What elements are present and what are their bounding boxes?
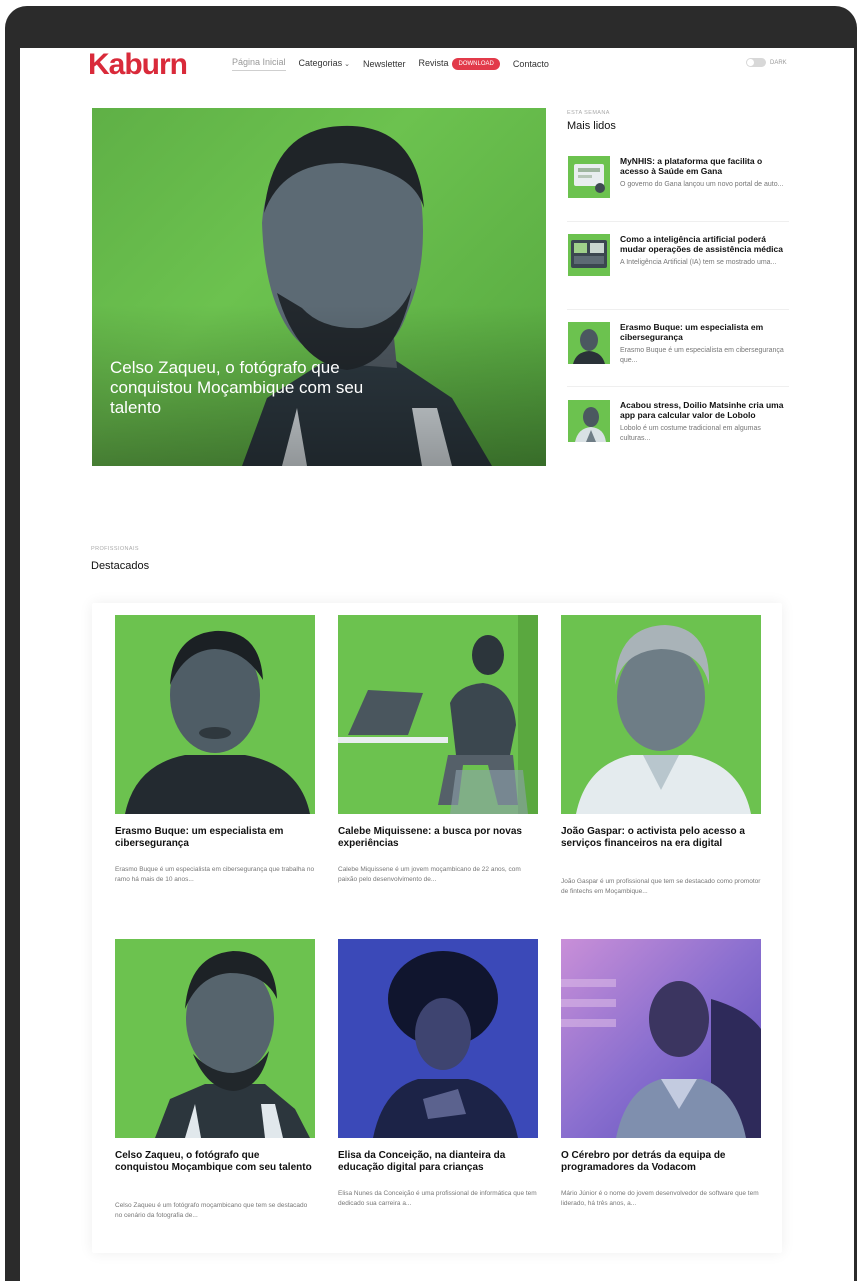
most-read-headline[interactable]: MyNHIS: a plataforma que facilita o aces… [620, 156, 788, 176]
most-read-excerpt: A Inteligência Artificial (IA) tem se mo… [620, 259, 777, 266]
browser-viewport: Kaburn Página Inicial Categorias ⌄ Newsle… [20, 48, 854, 1281]
divider [567, 221, 789, 222]
site-logo[interactable]: Kaburn [88, 50, 188, 80]
chevron-down-icon: ⌄ [344, 60, 350, 68]
featured-kicker: PROFISSIONAIS [91, 546, 139, 552]
card-excerpt: Calebe Miquissene é um jovem moçambicano… [338, 866, 521, 883]
card-excerpt: Elisa Nunes da Conceição é uma profissio… [338, 1190, 537, 1207]
main-nav: Página Inicial Categorias ⌄ Newsletter Re… [232, 56, 549, 71]
card-title[interactable]: João Gaspar: o activista pelo acesso a s… [561, 826, 761, 850]
nav-newsletter[interactable]: Newsletter [363, 58, 406, 70]
nav-magazine[interactable]: Revista DOWNLOAD [418, 57, 500, 70]
card-excerpt: Celso Zaqueu é um fotógrafo moçambicano … [115, 1202, 308, 1219]
nav-home[interactable]: Página Inicial [232, 56, 286, 71]
featured-grid: Erasmo Buque: um especialista em ciberse… [92, 603, 782, 1253]
card-photo [561, 939, 761, 1138]
nav-categories[interactable]: Categorias ⌄ [299, 57, 350, 71]
card-photo [338, 939, 538, 1138]
most-read-excerpt: O governo do Gana lançou um novo portal … [620, 181, 784, 188]
most-read-title: Mais lidos [567, 120, 616, 132]
most-read-headline[interactable]: Acabou stress, Doilio Matsinhe cria uma … [620, 400, 788, 420]
site-header: Kaburn Página Inicial Categorias ⌄ Newsle… [20, 48, 854, 88]
card-title[interactable]: Erasmo Buque: um especialista em ciberse… [115, 826, 315, 850]
most-read-kicker: ESTA SEMANA [567, 110, 610, 116]
most-read-headline[interactable]: Como a inteligência artificial poderá mu… [620, 234, 788, 254]
article-thumbnail [568, 156, 610, 198]
nav-categories-label: Categorias [298, 57, 343, 68]
hero-article[interactable]: Celso Zaqueu, o fotógrafo que conquistou… [92, 108, 546, 466]
most-read-text: Erasmo Buque: um especialista em ciberse… [620, 322, 788, 366]
most-read-text: Como a inteligência artificial poderá mu… [620, 234, 788, 268]
toggle-label: DARK [770, 59, 787, 66]
featured-card[interactable]: Calebe Miquissene: a busca por novas exp… [338, 615, 538, 915]
download-badge[interactable]: DOWNLOAD [452, 57, 500, 70]
most-read-text: MyNHIS: a plataforma que facilita o aces… [620, 156, 788, 190]
most-read-headline[interactable]: Erasmo Buque: um especialista em ciberse… [620, 322, 788, 342]
card-title[interactable]: Elisa da Conceição, na dianteira da educ… [338, 1150, 538, 1174]
most-read-excerpt: Erasmo Buque é um especialista em cibers… [620, 347, 784, 364]
featured-card[interactable]: Elisa da Conceição, na dianteira da educ… [338, 939, 538, 1239]
featured-card[interactable]: O Cérebro por detrás da equipa de progra… [561, 939, 761, 1239]
dark-mode-toggle[interactable]: DARK [746, 58, 787, 67]
hero-title[interactable]: Celso Zaqueu, o fotógrafo que conquistou… [110, 358, 370, 418]
divider [567, 386, 789, 387]
article-thumbnail [568, 322, 610, 364]
card-excerpt: Erasmo Buque é um especialista em cibers… [115, 866, 315, 883]
divider [567, 309, 789, 310]
most-read-item[interactable]: Acabou stress, Doilio Matsinhe cria uma … [567, 400, 789, 474]
featured-heading: PROFISSIONAIS Destacados [91, 546, 149, 572]
featured-card[interactable]: Erasmo Buque: um especialista em ciberse… [115, 615, 315, 915]
toggle-track[interactable] [746, 58, 766, 67]
card-title[interactable]: O Cérebro por detrás da equipa de progra… [561, 1150, 761, 1174]
featured-title: Destacados [91, 560, 150, 572]
card-photo [115, 939, 315, 1138]
article-thumbnail [568, 234, 610, 276]
most-read-item[interactable]: Como a inteligência artificial poderá mu… [567, 234, 789, 308]
most-read-item[interactable]: Erasmo Buque: um especialista em ciberse… [567, 322, 789, 396]
most-read-excerpt: Lobolo é um costume tradicional em algum… [620, 425, 761, 442]
most-read-sidebar: ESTA SEMANA Mais lidos MyNHIS: a platafo… [567, 110, 789, 442]
card-title[interactable]: Calebe Miquissene: a busca por novas exp… [338, 826, 538, 850]
card-photo [561, 615, 761, 814]
card-photo [338, 615, 538, 814]
featured-card[interactable]: João Gaspar: o activista pelo acesso a s… [561, 615, 761, 915]
nav-contact[interactable]: Contacto [513, 58, 549, 70]
toggle-knob [747, 59, 754, 66]
featured-card[interactable]: Celso Zaqueu, o fotógrafo que conquistou… [115, 939, 315, 1239]
nav-magazine-label: Revista [418, 58, 449, 69]
card-excerpt: Mário Júnior é o nome do jovem desenvolv… [561, 1190, 759, 1207]
article-thumbnail [568, 400, 610, 442]
card-photo [115, 615, 315, 814]
card-title[interactable]: Celso Zaqueu, o fotógrafo que conquistou… [115, 1150, 315, 1174]
most-read-item[interactable]: MyNHIS: a plataforma que facilita o aces… [567, 156, 789, 230]
card-excerpt: João Gaspar é um profissional que tem se… [561, 878, 761, 895]
most-read-text: Acabou stress, Doilio Matsinhe cria uma … [620, 400, 788, 444]
